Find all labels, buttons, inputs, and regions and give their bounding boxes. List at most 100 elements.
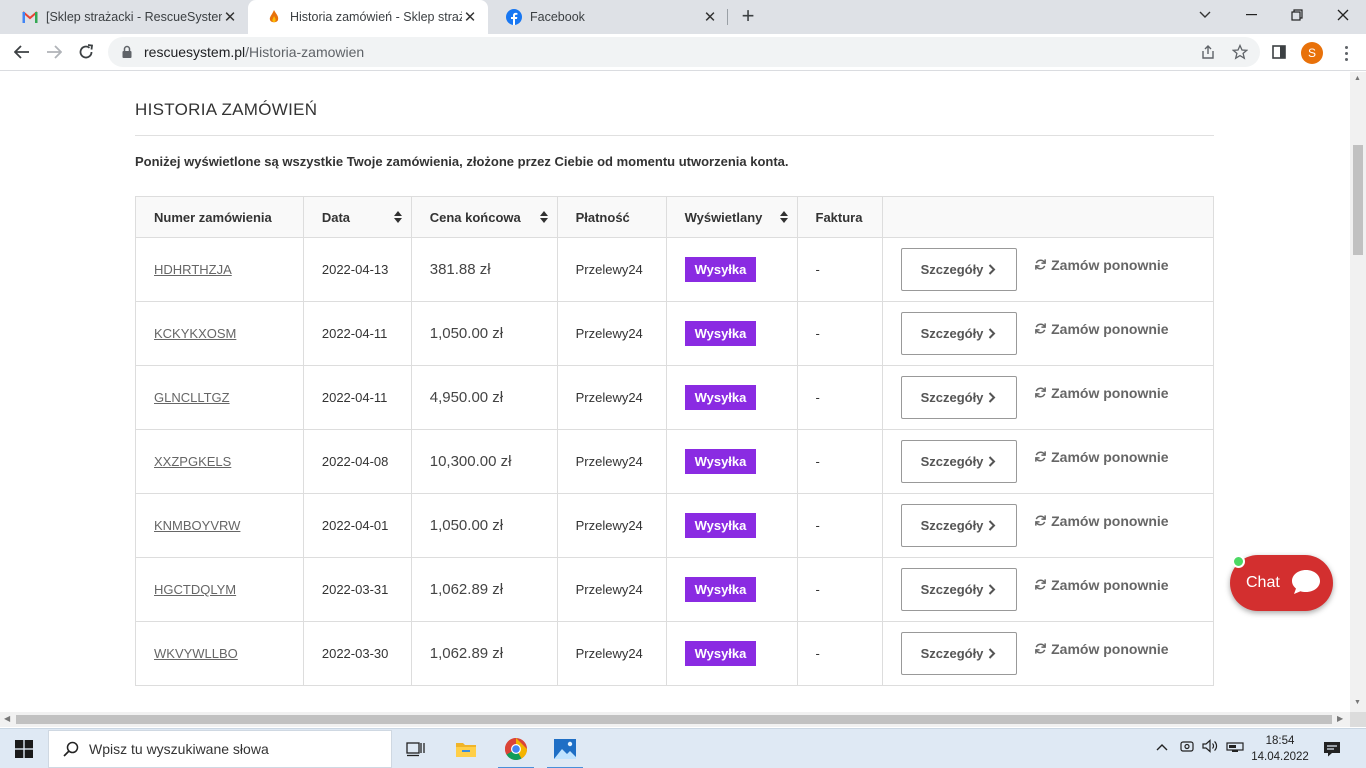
windows-start-icon[interactable] — [0, 729, 48, 768]
cell-invoice: - — [796, 621, 883, 686]
reorder-link[interactable]: Zamów ponownie — [1034, 257, 1169, 273]
close-icon[interactable]: ✕ — [462, 9, 478, 26]
horizontal-scroll-thumb[interactable] — [16, 715, 1332, 724]
details-button[interactable]: Szczegóły — [900, 376, 1017, 419]
chrome-icon[interactable] — [492, 729, 540, 768]
order-number-link[interactable]: HGCTDQLYM — [154, 582, 236, 597]
details-button[interactable]: Szczegóły — [900, 440, 1017, 483]
status-badge: Wysyłka — [684, 385, 757, 410]
refresh-icon — [1035, 387, 1047, 398]
close-icon[interactable]: ✕ — [222, 9, 238, 26]
reorder-link[interactable]: Zamów ponownie — [1034, 577, 1169, 593]
cell-payment: Przelewy24 — [556, 621, 667, 686]
sort-icon[interactable] — [393, 209, 403, 225]
sort-icon[interactable] — [779, 209, 789, 225]
taskbar-search-box[interactable]: Wpisz tu wyszukiwane słowa — [48, 730, 392, 768]
details-button[interactable]: Szczegóły — [900, 568, 1017, 611]
tab-historia-zamowien[interactable]: Historia zamówień - Sklep straża ✕ — [248, 0, 488, 34]
tab-facebook[interactable]: Facebook ✕ — [488, 0, 728, 34]
clock-time: 18:54 — [1265, 735, 1295, 747]
cell-price: 1,050.00 zł — [410, 301, 558, 366]
profile-avatar[interactable]: S — [1301, 42, 1323, 64]
file-explorer-icon[interactable] — [442, 729, 490, 768]
share-icon[interactable] — [1198, 42, 1218, 62]
reload-icon[interactable] — [72, 38, 100, 66]
meet-now-icon[interactable] — [1180, 739, 1194, 756]
reorder-link[interactable]: Zamów ponownie — [1034, 448, 1169, 465]
network-icon[interactable] — [1226, 739, 1244, 756]
tab-gmail[interactable]: [Sklep strażacki - RescueSystem] ✕ — [4, 0, 248, 34]
scroll-left-icon[interactable]: ◀ — [4, 714, 10, 723]
cell-date: 2022-03-31 — [302, 557, 412, 622]
cell-payment: Przelewy24 — [556, 429, 667, 494]
details-button[interactable]: Szczegóły — [900, 312, 1017, 355]
address-bar[interactable]: rescuesystem.pl/Historia-zamowien — [108, 37, 1260, 67]
cell-invoice: - — [796, 237, 883, 302]
chevron-right-icon — [989, 520, 996, 531]
vertical-scroll-thumb[interactable] — [1353, 145, 1363, 255]
order-number-link[interactable]: KCKYKXOSM — [154, 326, 236, 341]
taskbar-clock[interactable]: 18:54 14.04.2022 — [1250, 733, 1310, 765]
table-row: WKVYWLLBO 2022-03-30 1,062.89 zł Przelew… — [135, 621, 1214, 686]
sort-icon[interactable] — [539, 209, 549, 225]
details-button-label: Szczegóły — [920, 518, 984, 533]
horizontal-scrollbar[interactable]: ◀ ▶ — [0, 712, 1350, 727]
scrollbar-corner — [1350, 712, 1366, 727]
order-number-link[interactable]: WKVYWLLBO — [154, 646, 238, 661]
restore-icon[interactable] — [1274, 0, 1320, 30]
close-icon[interactable]: ✕ — [702, 9, 718, 26]
column-header-status[interactable]: Wyświetlany — [665, 196, 798, 238]
order-number-link[interactable]: HDHRTHZJA — [154, 262, 232, 277]
task-view-icon[interactable] — [392, 729, 440, 768]
reorder-link[interactable]: Zamów ponownie — [1034, 384, 1169, 401]
cell-order-number: HDHRTHZJA — [135, 237, 304, 302]
url-path: /Historia-zamowien — [245, 44, 365, 60]
scroll-down-icon[interactable]: ▼ — [1354, 699, 1361, 706]
cell-order-number: HGCTDQLYM — [135, 557, 304, 622]
back-icon[interactable] — [8, 38, 36, 66]
order-number-link[interactable]: KNMBOYVRW — [154, 518, 240, 533]
flame-icon — [266, 9, 282, 25]
cell-price: 4,950.00 zł — [410, 365, 558, 430]
reorder-label: Zamów ponownie — [1051, 384, 1169, 401]
scroll-up-icon[interactable]: ▲ — [1354, 75, 1361, 82]
details-button[interactable]: Szczegóły — [900, 504, 1017, 547]
scroll-right-icon[interactable]: ▶ — [1337, 714, 1343, 723]
cell-order-number: KCKYKXOSM — [135, 301, 304, 366]
tab-search-icon[interactable] — [1182, 0, 1228, 30]
reorder-link[interactable]: Zamów ponownie — [1034, 640, 1169, 657]
column-header-date[interactable]: Data — [302, 196, 412, 238]
reorder-link[interactable]: Zamów ponownie — [1034, 513, 1169, 529]
browser-menu-icon[interactable] — [1336, 42, 1356, 64]
cell-status: Wysyłka — [665, 365, 798, 430]
order-price: 4,950.00 zł — [429, 389, 504, 406]
details-button[interactable]: Szczegóły — [900, 632, 1017, 675]
vertical-scrollbar[interactable]: ▲ ▼ — [1350, 72, 1366, 712]
notification-center-icon[interactable] — [1322, 739, 1342, 759]
cell-payment: Przelewy24 — [556, 237, 667, 302]
minimize-icon[interactable] — [1228, 0, 1274, 30]
column-header-price[interactable]: Cena końcowa — [410, 196, 558, 238]
close-window-icon[interactable] — [1320, 0, 1366, 30]
reorder-label: Zamów ponownie — [1051, 448, 1169, 465]
tab-title: [Sklep strażacki - RescueSystem] — [46, 10, 222, 24]
bookmark-star-icon[interactable] — [1230, 42, 1250, 62]
photos-app-icon[interactable] — [541, 729, 589, 768]
cell-invoice: - — [796, 301, 883, 366]
order-number-link[interactable]: GLNCLLTGZ — [154, 390, 230, 405]
order-number-link[interactable]: XXZPGKELS — [154, 454, 231, 469]
cell-date: 2022-04-08 — [302, 429, 412, 494]
forward-icon[interactable] — [40, 38, 68, 66]
volume-icon[interactable] — [1202, 739, 1218, 756]
show-hidden-icons-icon[interactable] — [1156, 739, 1168, 754]
side-panel-icon[interactable] — [1269, 42, 1289, 62]
search-icon — [63, 741, 79, 757]
reorder-label: Zamów ponownie — [1051, 640, 1169, 657]
reorder-label: Zamów ponownie — [1051, 320, 1169, 337]
refresh-icon — [1035, 451, 1047, 462]
details-button[interactable]: Szczegóły — [900, 248, 1017, 291]
chat-widget-button[interactable]: Chat — [1230, 555, 1333, 611]
chevron-right-icon — [989, 264, 996, 275]
reorder-link[interactable]: Zamów ponownie — [1034, 320, 1169, 337]
new-tab-icon[interactable]: + — [736, 5, 760, 29]
